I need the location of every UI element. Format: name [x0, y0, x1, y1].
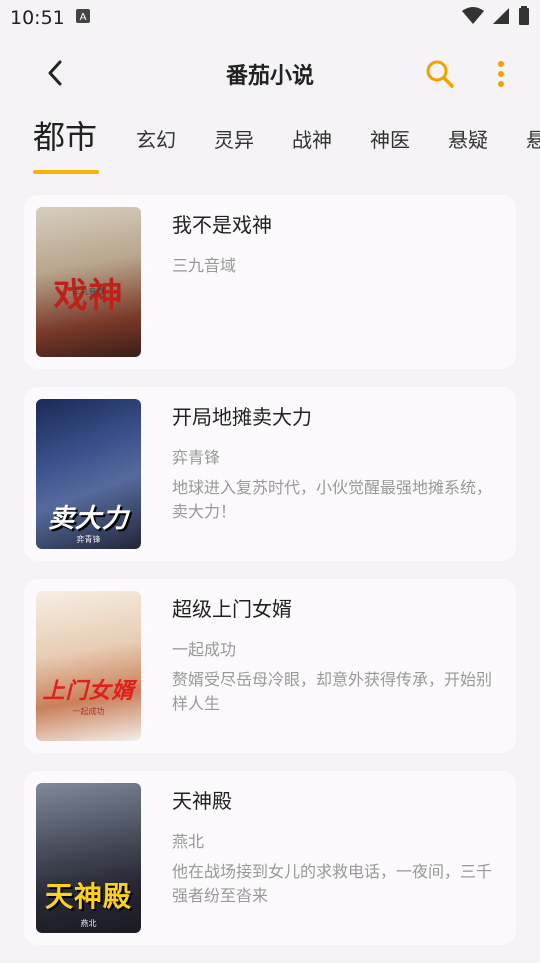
cover-title: 天神殿	[44, 880, 132, 913]
signal-icon	[492, 7, 510, 30]
cover-author: 三九音域	[72, 287, 105, 296]
notification-icon: A	[75, 7, 91, 29]
tab-lingyi[interactable]: 灵异	[214, 124, 254, 153]
book-title: 开局地摊卖大力	[172, 405, 312, 429]
cover-author: 弈青锋	[76, 535, 101, 544]
book-cover: 天神殿 燕北	[36, 783, 141, 933]
cover-author: 燕北	[80, 919, 97, 928]
category-tabs: 都市 玄幻 灵异 战神 神医 悬疑 悬	[0, 112, 540, 182]
book-info: 我不是戏神 三九音域	[172, 209, 498, 284]
tab-xuanhuan[interactable]: 玄幻	[136, 124, 176, 153]
book-title: 天神殿	[172, 789, 232, 813]
active-tab-indicator	[33, 170, 99, 174]
status-bar: 10:51 A	[0, 0, 540, 36]
book-title: 我不是戏神	[172, 213, 272, 237]
back-button[interactable]	[40, 58, 70, 88]
search-icon	[426, 60, 454, 88]
book-info: 开局地摊卖大力 弈青锋 地球进入复苏时代，小伙觉醒最强地摊系统，卖大力！	[172, 401, 498, 524]
book-cover: 卖大力 弈青锋	[36, 399, 141, 549]
tab-partial[interactable]: 悬	[526, 124, 540, 153]
tab-dushi[interactable]: 都市	[33, 112, 97, 158]
book-list: 戏神 三九音域 我不是戏神 三九音域 卖大力 弈青锋 开局地摊卖大力 弈青锋 地…	[24, 195, 516, 963]
more-menu-button[interactable]	[490, 58, 512, 90]
cover-title: 上门女婿	[42, 679, 135, 704]
book-author: 弈青锋	[172, 448, 221, 467]
cover-title: 卖大力	[47, 504, 129, 534]
battery-icon	[518, 5, 530, 31]
book-card[interactable]: 卖大力 弈青锋 开局地摊卖大力 弈青锋 地球进入复苏时代，小伙觉醒最强地摊系统，…	[24, 387, 516, 561]
book-description: 赘婿受尽岳母冷眼，却意外获得传承，开始别样人生	[172, 670, 493, 713]
book-card[interactable]: 上门女婿 一起成功 超级上门女婿 一起成功 赘婿受尽岳母冷眼，却意外获得传承，开…	[24, 579, 516, 753]
book-author: 一起成功	[172, 640, 237, 659]
book-description: 地球进入复苏时代，小伙觉醒最强地摊系统，卖大力！	[172, 478, 493, 521]
chevron-left-icon	[48, 60, 62, 86]
tab-shenyi[interactable]: 神医	[370, 124, 410, 153]
book-cover: 上门女婿 一起成功	[36, 591, 141, 741]
book-info: 天神殿 燕北 他在战场接到女儿的求救电话，一夜间，三千强者纷至沓来	[172, 785, 498, 908]
wifi-icon	[462, 6, 484, 30]
more-vertical-icon	[498, 61, 504, 87]
status-time: 10:51	[10, 7, 65, 29]
book-card[interactable]: 天神殿 燕北 天神殿 燕北 他在战场接到女儿的求救电话，一夜间，三千强者纷至沓来	[24, 771, 516, 945]
book-author: 三九音域	[172, 256, 237, 275]
book-cover: 戏神 三九音域	[36, 207, 141, 357]
page-title: 番茄小说	[225, 64, 314, 89]
tab-zhanshen[interactable]: 战神	[292, 124, 332, 153]
book-author: 燕北	[172, 832, 205, 851]
search-button[interactable]	[424, 58, 456, 90]
cover-author: 一起成功	[72, 707, 105, 716]
app-bar: 番茄小说	[0, 36, 540, 112]
book-title: 超级上门女婿	[172, 597, 292, 621]
book-card[interactable]: 戏神 三九音域 我不是戏神 三九音域	[24, 195, 516, 369]
book-description: 他在战场接到女儿的求救电话，一夜间，三千强者纷至沓来	[172, 862, 493, 905]
tab-xuanyi[interactable]: 悬疑	[448, 124, 488, 153]
book-info: 超级上门女婿 一起成功 赘婿受尽岳母冷眼，却意外获得传承，开始别样人生	[172, 593, 498, 716]
svg-text:A: A	[79, 12, 86, 23]
